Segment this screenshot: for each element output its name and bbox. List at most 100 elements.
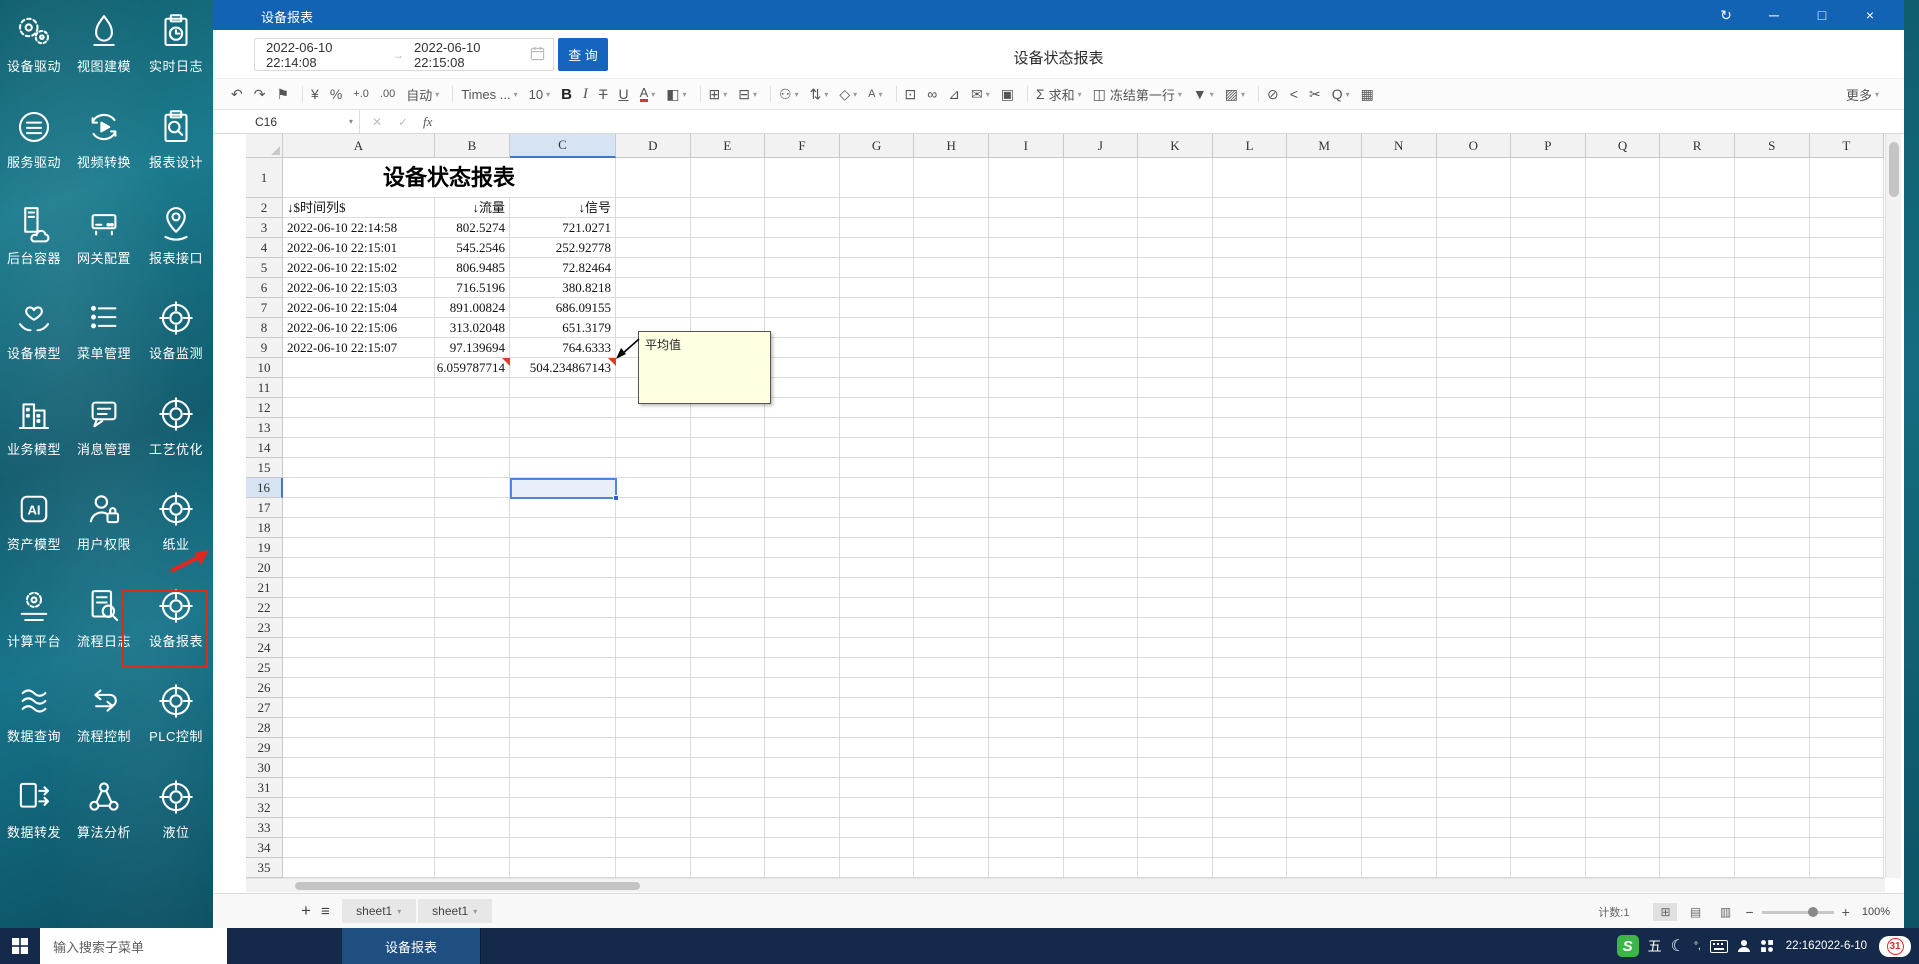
cell-B26[interactable] — [435, 678, 510, 698]
cell-M20[interactable] — [1287, 558, 1362, 578]
cell-J1[interactable] — [1063, 158, 1139, 198]
cell-K4[interactable] — [1138, 238, 1213, 258]
cell-S2[interactable] — [1734, 198, 1810, 218]
cell-K27[interactable] — [1138, 698, 1213, 718]
cell-P20[interactable] — [1511, 558, 1586, 578]
sogou-ime-icon[interactable]: S — [1616, 935, 1639, 957]
cell-G5[interactable] — [839, 258, 915, 278]
cell-S5[interactable] — [1734, 258, 1810, 278]
cell-G18[interactable] — [839, 518, 915, 538]
cell-K3[interactable] — [1138, 218, 1213, 238]
cell-P11[interactable] — [1511, 378, 1586, 398]
font-color-button[interactable]: A ▾ — [639, 86, 655, 102]
cell-D15[interactable] — [616, 458, 691, 478]
name-box[interactable]: C16 ▾ — [246, 110, 360, 133]
cell-A19[interactable] — [283, 538, 435, 558]
minimize-icon[interactable]: ─ — [1750, 0, 1798, 30]
cell-D33[interactable] — [616, 818, 691, 838]
cell-S35[interactable] — [1734, 858, 1810, 878]
row-header-3[interactable]: 3 — [246, 218, 283, 238]
cell-A3[interactable]: 2022-06-10 22:14:58 — [283, 218, 435, 238]
cell-G20[interactable] — [839, 558, 915, 578]
cell-I2[interactable] — [988, 198, 1064, 218]
cell-L31[interactable] — [1212, 778, 1288, 798]
cell-N30[interactable] — [1361, 758, 1437, 778]
cell-A33[interactable] — [283, 818, 435, 838]
cell-G19[interactable] — [839, 538, 915, 558]
cell-C19[interactable] — [510, 538, 616, 558]
cell-H26[interactable] — [914, 678, 989, 698]
cell-F4[interactable] — [765, 238, 840, 258]
cell-C15[interactable] — [510, 458, 616, 478]
cell-H28[interactable] — [914, 718, 989, 738]
cell-Q27[interactable] — [1585, 698, 1661, 718]
cell-Q34[interactable] — [1585, 838, 1661, 858]
cell-I5[interactable] — [988, 258, 1064, 278]
cell-S29[interactable] — [1734, 738, 1810, 758]
cell-I35[interactable] — [988, 858, 1064, 878]
cell-M1[interactable] — [1287, 158, 1362, 198]
share-icon[interactable]: < — [1290, 86, 1298, 102]
cell-K11[interactable] — [1138, 378, 1213, 398]
cell-T15[interactable] — [1809, 458, 1885, 478]
cell-C6[interactable]: 380.8218 — [510, 278, 616, 298]
cell-T23[interactable] — [1809, 618, 1885, 638]
more-button[interactable]: 更多 ▾ — [1846, 85, 1879, 104]
cell-A35[interactable] — [283, 858, 435, 878]
row-header-4[interactable]: 4 — [246, 238, 283, 258]
cell-G4[interactable] — [839, 238, 915, 258]
cell-J20[interactable] — [1063, 558, 1139, 578]
cell-O7[interactable] — [1436, 298, 1512, 318]
row-header-8[interactable]: 8 — [246, 318, 283, 338]
zoom-slider-handle[interactable] — [1808, 906, 1819, 917]
cell-N2[interactable] — [1361, 198, 1437, 218]
cell-G16[interactable] — [839, 478, 915, 498]
cell-I31[interactable] — [988, 778, 1064, 798]
cell-P10[interactable] — [1511, 358, 1586, 378]
cell-O1[interactable] — [1436, 158, 1512, 198]
cell-D28[interactable] — [616, 718, 691, 738]
cell-F26[interactable] — [765, 678, 840, 698]
cell-R5[interactable] — [1660, 258, 1735, 278]
cell-O4[interactable] — [1436, 238, 1512, 258]
sidebar-item-8[interactable]: 网关配置 — [67, 202, 141, 267]
cell-J9[interactable] — [1063, 338, 1139, 358]
cell-A22[interactable] — [283, 598, 435, 618]
cell-N17[interactable] — [1361, 498, 1437, 518]
cell-P31[interactable] — [1511, 778, 1586, 798]
column-header-L[interactable]: L — [1212, 134, 1288, 158]
font-family-select[interactable]: Times ... ▾ — [461, 87, 517, 102]
column-header-H[interactable]: H — [914, 134, 989, 158]
cell-B14[interactable] — [435, 438, 510, 458]
cell-N4[interactable] — [1361, 238, 1437, 258]
cell-T14[interactable] — [1809, 438, 1885, 458]
cell-O17[interactable] — [1436, 498, 1512, 518]
cell-B24[interactable] — [435, 638, 510, 658]
cell-D31[interactable] — [616, 778, 691, 798]
cell-S30[interactable] — [1734, 758, 1810, 778]
cell-N11[interactable] — [1361, 378, 1437, 398]
cell-I7[interactable] — [988, 298, 1064, 318]
user-icon[interactable] — [1737, 939, 1751, 953]
cell-E23[interactable] — [690, 618, 766, 638]
cell-N27[interactable] — [1361, 698, 1437, 718]
cell-I23[interactable] — [988, 618, 1064, 638]
calendar-icon[interactable] — [530, 46, 545, 64]
cell-M17[interactable] — [1287, 498, 1362, 518]
cell-B30[interactable] — [435, 758, 510, 778]
pattern-icon[interactable]: ▨ ▾ — [1225, 86, 1245, 103]
vertical-scrollbar[interactable] — [1885, 134, 1901, 878]
cell-Q26[interactable] — [1585, 678, 1661, 698]
cell-L23[interactable] — [1212, 618, 1288, 638]
cell-L29[interactable] — [1212, 738, 1288, 758]
cell-F10[interactable] — [765, 358, 840, 378]
cell-Q15[interactable] — [1585, 458, 1661, 478]
cell-S17[interactable] — [1734, 498, 1810, 518]
row-header-22[interactable]: 22 — [246, 598, 283, 618]
phonetic-icon[interactable]: A ▾ — [868, 88, 882, 100]
cell-N9[interactable] — [1361, 338, 1437, 358]
cell-T28[interactable] — [1809, 718, 1885, 738]
cell-C18[interactable] — [510, 518, 616, 538]
cell-S18[interactable] — [1734, 518, 1810, 538]
cell-T10[interactable] — [1809, 358, 1885, 378]
